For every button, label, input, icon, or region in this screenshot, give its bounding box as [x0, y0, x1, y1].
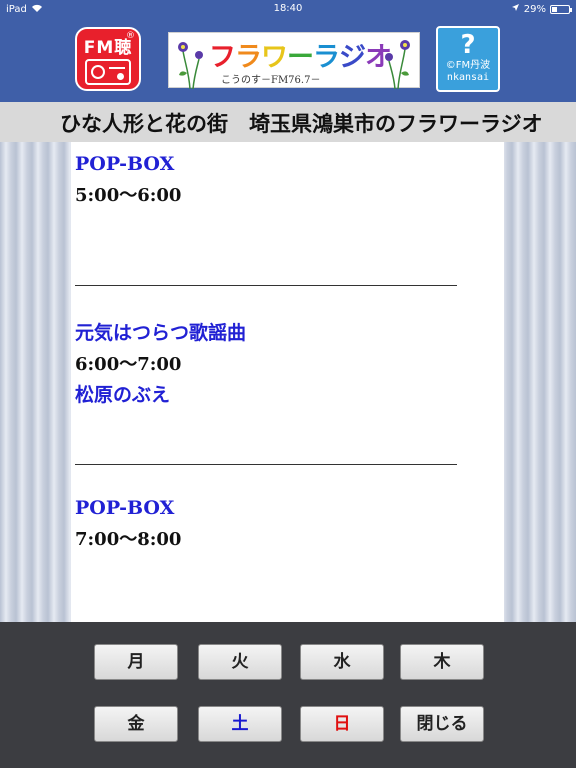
program-title: POP-BOX [75, 497, 175, 519]
radio-icon [85, 59, 131, 85]
program-item[interactable]: 元気はつらつ歌謡曲 6:00〜7:00 松原のぶえ [75, 321, 246, 407]
news-ticker: ひな人形と花の街 埼玉県鴻巣市のフラワーラジオ [0, 102, 576, 142]
status-right: 29% [511, 3, 572, 15]
status-time: 18:40 [273, 3, 303, 14]
help-sub: nkansai [446, 72, 490, 83]
program-schedule[interactable]: POP-BOX 5:00〜6:00 元気はつらつ歌謡曲 6:00〜7:00 松原… [71, 142, 504, 622]
help-button[interactable]: ? ©FM丹波 nkansai [436, 26, 500, 92]
program-time: 5:00〜6:00 [75, 185, 182, 206]
close-button[interactable]: 閉じる [400, 706, 484, 742]
station-name-char: ワ [261, 42, 288, 73]
program-time: 7:00〜8:00 [75, 529, 182, 550]
station-name-char: ー [287, 42, 314, 73]
help-copyright: ©FM丹波 [445, 60, 491, 71]
program-title: POP-BOX [75, 153, 175, 175]
station-name: フラワーラジオ [209, 35, 392, 74]
battery-icon [550, 4, 572, 14]
program-divider [75, 464, 457, 465]
program-item[interactable]: POP-BOX 5:00〜6:00 [75, 152, 181, 208]
flower-icon [178, 42, 203, 89]
program-divider [75, 285, 457, 286]
program-time: 6:00〜7:00 [75, 354, 182, 375]
fm-logo-mark: ® [126, 31, 135, 41]
battery-percent: 29% [523, 3, 546, 15]
program-host: 松原のぶえ [75, 384, 171, 406]
monday-button[interactable]: 月 [94, 644, 178, 680]
station-name-char: フ [209, 42, 236, 73]
sunday-button[interactable]: 日 [300, 706, 384, 742]
saturday-button[interactable]: 土 [198, 706, 282, 742]
station-name-char: ジ [339, 42, 366, 73]
tuesday-button[interactable]: 火 [198, 644, 282, 680]
ticker-text: ひな人形と花の街 埼玉県鴻巣市のフラワーラジオ [60, 112, 543, 136]
flower-icon [385, 40, 410, 89]
program-title: 元気はつらつ歌謡曲 [75, 322, 247, 344]
station-banner[interactable]: フラワーラジオ こうのす－FM76.7－ [168, 32, 420, 89]
question-icon: ? [460, 30, 476, 60]
location-arrow-icon [511, 3, 520, 15]
station-name-char: ラ [313, 42, 340, 73]
station-frequency: こうのす－FM76.7－ [221, 75, 321, 86]
friday-button[interactable]: 金 [94, 706, 178, 742]
status-bar: iPad 18:40 29% [0, 0, 576, 18]
program-item[interactable]: POP-BOX 7:00〜8:00 [75, 496, 181, 552]
station-name-char: ラ [235, 42, 262, 73]
day-toolbar: 月 火 水 木 金 土 日 閉じる [0, 622, 576, 768]
fm-app-logo[interactable]: FM聴 ® [75, 27, 141, 91]
wednesday-button[interactable]: 水 [300, 644, 384, 680]
app-header: FM聴 ® フラワーラジオ こうのす－FM76.7－ ? ©FM丹波 nkans… [0, 18, 576, 102]
thursday-button[interactable]: 木 [400, 644, 484, 680]
